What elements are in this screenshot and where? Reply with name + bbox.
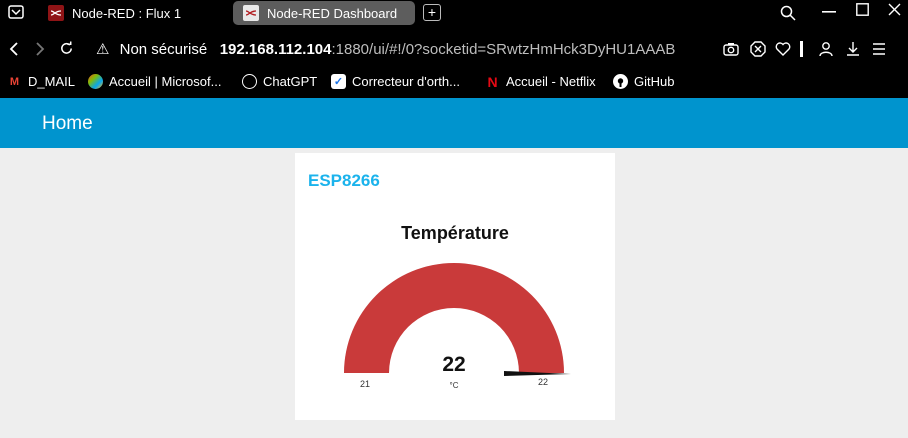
node-red-icon — [243, 5, 259, 21]
security-label: Non sécurisé — [119, 41, 208, 58]
bookmark-label: D_MAIL — [28, 74, 75, 89]
download-icon[interactable] — [845, 41, 861, 57]
spellcheck-icon: ✓ — [331, 74, 346, 89]
bookmark-label: Correcteur d'orth... — [352, 74, 460, 89]
maximize-icon[interactable] — [856, 3, 869, 16]
tab-title: Node-RED : Flux 1 — [72, 5, 182, 21]
bookmark-github[interactable]: GitHub — [613, 74, 674, 89]
url-field[interactable]: ⚠ Non sécurisé 192.168.112.104:1880/ui/#… — [96, 40, 675, 58]
bookmark-microsoft[interactable]: Accueil | Microsof... — [88, 74, 221, 89]
temperature-gauge: 22 °C 21 22 — [344, 263, 571, 390]
node-red-icon — [48, 5, 64, 21]
reload-icon[interactable] — [59, 41, 74, 56]
minimize-icon[interactable] — [822, 11, 836, 13]
gauge-value: 22 — [442, 353, 465, 376]
url-host: 192.168.112.104 — [219, 41, 332, 58]
close-icon[interactable] — [888, 3, 901, 16]
tab-strip: Node-RED : Flux 1 Node-RED Dashboard + — [0, 0, 908, 25]
camera-icon[interactable] — [723, 41, 739, 57]
tab-title: Node-RED Dashboard — [267, 5, 398, 21]
url-path: :1880/ui/#!/0?socketid=SRwtzHmHck3DyHU1A… — [331, 41, 676, 58]
tab-node-red-flux[interactable]: Node-RED : Flux 1 — [38, 1, 228, 25]
bookmark-correcteur[interactable]: ✓ Correcteur d'orth... — [331, 74, 460, 89]
gauge-min-label: 21 — [360, 379, 370, 389]
bookmark-label: Accueil | Microsof... — [109, 74, 222, 89]
heart-icon[interactable] — [775, 41, 791, 57]
github-icon — [613, 74, 628, 89]
tab-node-red-dashboard[interactable]: Node-RED Dashboard — [233, 1, 415, 25]
search-icon[interactable] — [780, 5, 796, 21]
bookmark-chatgpt[interactable]: ChatGPT — [242, 74, 317, 89]
gmail-icon: M — [9, 75, 20, 88]
group-card: ESP8266 Température 22 °C 21 22 — [295, 153, 615, 420]
chatgpt-icon — [242, 74, 257, 89]
bookmark-label: ChatGPT — [263, 74, 318, 89]
ad-block-icon[interactable] — [750, 41, 766, 57]
netflix-icon: N — [487, 73, 498, 90]
warning-icon: ⚠ — [96, 41, 110, 58]
bookmark-label: GitHub — [634, 74, 675, 89]
address-bar: ⚠ Non sécurisé 192.168.112.104:1880/ui/#… — [0, 34, 908, 66]
sidebar-divider — [800, 41, 803, 57]
forward-icon[interactable] — [34, 41, 46, 57]
dashboard-toolbar: Home — [0, 98, 908, 148]
menu-icon[interactable] — [871, 41, 887, 57]
bookmark-label: Accueil - Netflix — [506, 74, 596, 89]
bookmarks-bar: M D_MAIL Accueil | Microsof... ChatGPT ✓… — [0, 68, 908, 98]
microsoft-icon — [88, 74, 103, 89]
gauge-units: °C — [450, 381, 459, 390]
back-icon[interactable] — [8, 41, 20, 57]
profile-icon[interactable] — [818, 41, 834, 57]
bookmark-netflix[interactable]: N Accueil - Netflix — [485, 73, 596, 90]
new-tab-button[interactable]: + — [423, 4, 441, 21]
gauge-max-label: 22 — [538, 377, 548, 387]
bookmark-d-mail[interactable]: M D_MAIL — [7, 74, 75, 89]
page-title: Home — [42, 113, 93, 134]
dashboard-content: ESP8266 Température 22 °C 21 22 — [0, 148, 908, 438]
workspaces-icon[interactable] — [8, 5, 24, 19]
